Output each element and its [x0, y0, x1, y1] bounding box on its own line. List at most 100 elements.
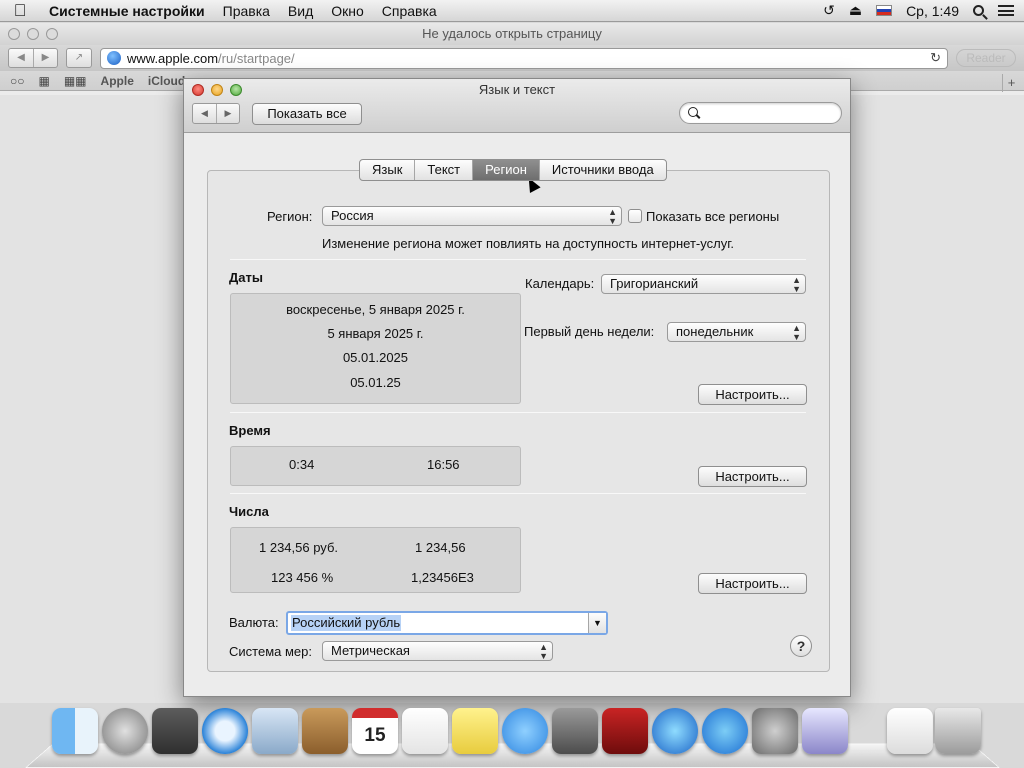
spotlight-search-icon[interactable] [973, 5, 984, 16]
url-host: www.apple.com [127, 50, 219, 66]
top-sites-grid-icon[interactable]: ▦▦ [64, 74, 87, 88]
calendar-day: 15 [364, 725, 386, 746]
tab-text[interactable]: Текст [414, 160, 472, 180]
menu-view[interactable]: Вид [279, 3, 322, 19]
numbers-customize-button[interactable]: Настроить... [698, 573, 807, 594]
tab-region[interactable]: Регион [472, 160, 539, 180]
popup-arrows-icon: ▲ ▼ [539, 642, 548, 661]
mail-icon[interactable] [252, 708, 298, 754]
url-path: /ru/startpage/ [218, 50, 295, 66]
launchpad-icon[interactable] [102, 708, 148, 754]
back-arrow-icon[interactable]: ◀ [9, 49, 33, 67]
safari-back-forward: ◀ ▶ [8, 48, 58, 68]
contacts-icon[interactable] [302, 708, 348, 754]
first-day-label: Первый день недели: [524, 324, 655, 339]
region-note: Изменение региона может повлиять на дост… [322, 236, 734, 251]
time-short-sample: 0:34 [289, 457, 315, 472]
tab-input-sources[interactable]: Источники ввода [538, 160, 666, 180]
safari-close-button[interactable] [8, 28, 20, 40]
prefs-search-input[interactable] [679, 102, 842, 124]
region-popup[interactable]: Россия ▲ ▼ [322, 206, 622, 226]
new-tab-button[interactable]: + [1002, 74, 1020, 92]
show-all-regions-checkbox[interactable] [628, 209, 642, 223]
prefs-forward-icon[interactable]: ▶ [216, 104, 239, 123]
bookmark-icloud[interactable]: iCloud [148, 74, 185, 88]
forward-arrow-icon[interactable]: ▶ [33, 49, 57, 67]
first-day-value: понедельник [676, 324, 754, 339]
reading-list-icon[interactable]: ○○ [10, 74, 25, 88]
calendar-popup[interactable]: Григорианский ▲ ▼ [601, 274, 806, 294]
time-header: Время [229, 423, 271, 438]
reminders-icon[interactable] [402, 708, 448, 754]
mission-control-icon[interactable] [152, 708, 198, 754]
app-store-icon[interactable] [702, 708, 748, 754]
chevron-down-icon[interactable]: ▼ [588, 613, 606, 633]
date-short-sample: 05.01.25 [350, 375, 401, 390]
numbers-preview: 1 234,56 руб. 1 234,56 123 456 % 1,23456… [230, 527, 521, 593]
divider [230, 259, 806, 260]
trash-icon[interactable] [935, 708, 981, 754]
measurement-popup[interactable]: Метрическая ▲ ▼ [322, 641, 553, 661]
calendar-icon[interactable]: 15 [352, 708, 398, 754]
facetime-icon[interactable] [552, 708, 598, 754]
apple-menu-icon[interactable]:  [0, 1, 40, 21]
safari-icon[interactable] [202, 708, 248, 754]
menu-clock[interactable]: Ср, 1:49 [906, 3, 959, 19]
reader-button[interactable]: Reader [956, 49, 1016, 67]
share-button[interactable]: ↗ [66, 48, 92, 68]
time-customize-button[interactable]: Настроить... [698, 466, 807, 487]
input-source-flag-icon[interactable] [876, 5, 893, 16]
time-preview: 0:34 16:56 [230, 446, 521, 486]
system-preferences-icon[interactable] [752, 708, 798, 754]
tab-bar: Язык Текст Регион Источники ввода [359, 159, 667, 181]
safari-minimize-button[interactable] [27, 28, 39, 40]
show-all-regions-label: Показать все регионы [646, 209, 780, 224]
bookmarks-book-icon[interactable]: ▦ [39, 74, 50, 88]
finder-icon[interactable] [52, 708, 98, 754]
notification-center-icon[interactable] [998, 5, 1014, 16]
language-text-window: Язык и текст ◀ ▶ Показать все Язык Текст… [183, 78, 851, 697]
migration-assistant-icon[interactable] [802, 708, 848, 754]
reload-icon[interactable]: ↻ [930, 50, 941, 66]
prefs-back-icon[interactable]: ◀ [193, 104, 216, 123]
site-globe-icon [107, 51, 121, 65]
date-long-sample: 5 января 2025 г. [327, 326, 424, 341]
photo-booth-icon[interactable] [602, 708, 648, 754]
safari-title: Не удалось открыть страницу [422, 26, 602, 41]
document-stack-icon[interactable] [887, 708, 933, 754]
dates-customize-button[interactable]: Настроить... [698, 384, 807, 405]
first-day-popup[interactable]: понедельник ▲ ▼ [667, 322, 806, 342]
safari-window-controls [8, 28, 58, 40]
tab-language[interactable]: Язык [360, 160, 414, 180]
help-button[interactable]: ? [790, 635, 812, 657]
address-bar[interactable]: www.apple.com /ru/startpage/ ↻ [100, 47, 948, 69]
notes-icon[interactable] [452, 708, 498, 754]
number-percent-sample: 123 456 % [271, 570, 334, 585]
dates-header: Даты [229, 270, 263, 285]
menu-help[interactable]: Справка [373, 3, 446, 19]
menu-app-name[interactable]: Системные настройки [40, 3, 214, 19]
itunes-icon[interactable] [652, 708, 698, 754]
currency-combobox[interactable]: Российский рубль ▼ [286, 611, 608, 635]
number-scientific-sample: 1,23456E3 [411, 570, 474, 585]
messages-icon[interactable] [502, 708, 548, 754]
currency-label: Валюта: [229, 615, 279, 630]
show-all-button[interactable]: Показать все [252, 103, 362, 125]
prefs-titlebar: Язык и текст ◀ ▶ Показать все [184, 79, 850, 133]
safari-toolbar: ◀ ▶ ↗ www.apple.com /ru/startpage/ ↻ Rea… [0, 45, 1024, 71]
bookmark-apple[interactable]: Apple [101, 74, 134, 88]
menu-window[interactable]: Окно [322, 3, 373, 19]
time-machine-icon[interactable]: ↺ [823, 2, 835, 19]
calendar-label: Календарь: [525, 276, 595, 291]
safari-zoom-button[interactable] [46, 28, 58, 40]
eject-icon[interactable]: ⏏ [849, 2, 862, 19]
numbers-header: Числа [229, 504, 269, 519]
menu-edit[interactable]: Правка [214, 3, 279, 19]
number-decimal-sample: 1 234,56 [415, 540, 466, 555]
region-label: Регион: [267, 209, 313, 224]
popup-arrows-icon: ▲ ▼ [792, 275, 801, 294]
share-icon: ↗ [74, 52, 84, 63]
window-title: Язык и текст [478, 82, 556, 97]
divider [230, 493, 806, 494]
safari-titlebar: Не удалось открыть страницу [0, 23, 1024, 45]
